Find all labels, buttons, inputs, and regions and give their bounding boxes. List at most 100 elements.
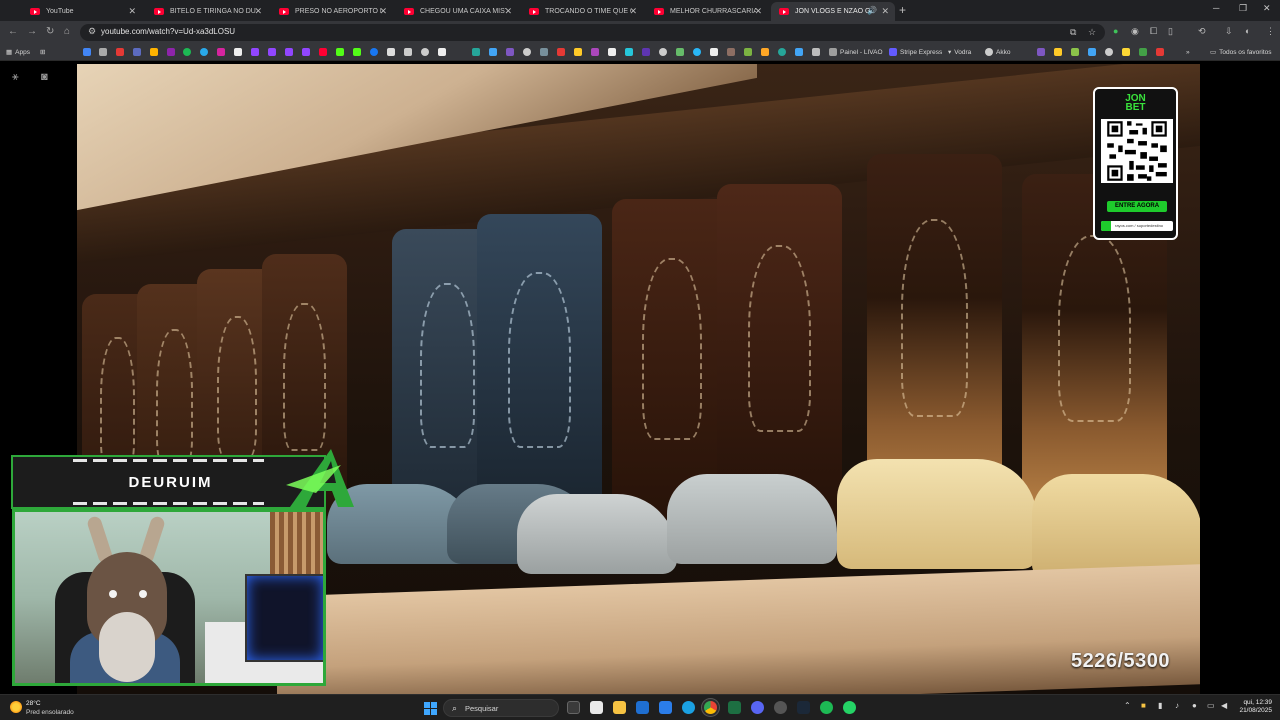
bookmark-favicon-8[interactable] bbox=[421, 47, 429, 57]
back-icon[interactable]: ← bbox=[8, 26, 18, 37]
task-view-icon[interactable] bbox=[567, 701, 580, 714]
bookmark-favicon-14[interactable] bbox=[540, 47, 548, 57]
address-bar[interactable]: ⚙ youtube.com/watch?v=Ud-xa3dLOSU ⧉ ☆ bbox=[80, 24, 1105, 41]
bookmark-favicon-10[interactable] bbox=[472, 47, 480, 57]
bookmark-favicon-37[interactable] bbox=[1139, 47, 1147, 57]
tab-video-2[interactable]: PRESO NO AEROPORTO POR C ✕ bbox=[271, 2, 393, 21]
forward-icon[interactable]: → bbox=[27, 26, 37, 37]
bookmark-telegram-icon[interactable] bbox=[200, 47, 208, 57]
tray-audio-icon[interactable]: ♪ bbox=[1175, 701, 1179, 710]
tray-app-icon[interactable]: ■ bbox=[1141, 701, 1146, 710]
bookmark-favicon-35[interactable] bbox=[1105, 47, 1113, 57]
edge-icon[interactable] bbox=[682, 701, 695, 714]
tray-overflow-icon[interactable]: ⌃ bbox=[1124, 701, 1131, 710]
tray-usb-icon[interactable]: ▮ bbox=[1158, 701, 1162, 710]
whatsapp-icon[interactable] bbox=[843, 701, 856, 714]
home-icon[interactable]: ⌂ bbox=[64, 26, 70, 37]
tray-mic-icon[interactable]: ● bbox=[1192, 701, 1197, 710]
tab-video-4[interactable]: TROCANDO O TIME QUE O EN ✕ bbox=[521, 2, 643, 21]
bookmark-favicon-5[interactable] bbox=[150, 47, 158, 57]
bookmark-favicon-13[interactable] bbox=[523, 47, 531, 57]
obs-icon[interactable] bbox=[774, 701, 787, 714]
bookmark-twitch-icon-4[interactable] bbox=[302, 47, 310, 57]
discord-icon[interactable] bbox=[751, 701, 764, 714]
close-icon[interactable]: ✕ bbox=[379, 6, 387, 17]
steam-icon[interactable] bbox=[797, 701, 810, 714]
chrome-icon[interactable] bbox=[704, 701, 717, 714]
sidepanel-icon[interactable]: ▯ bbox=[1168, 26, 1173, 37]
maximize-icon[interactable]: ❐ bbox=[1239, 3, 1247, 14]
bookmark-favicon-18[interactable] bbox=[608, 47, 616, 57]
bookmark-stripe[interactable]: Stripe Express bbox=[889, 47, 942, 57]
bookmark-favicon-32[interactable] bbox=[1054, 47, 1062, 57]
bookmark-kick-icon-2[interactable] bbox=[353, 47, 361, 57]
tab-video-active[interactable]: JON VLOGS E NZAO GASTA 🔊 ✕ bbox=[771, 2, 895, 21]
bookmark-star-icon[interactable]: ☆ bbox=[1088, 27, 1096, 38]
bookmark-favicon-30[interactable] bbox=[812, 47, 820, 57]
downloads-icon[interactable]: ⇩ bbox=[1225, 26, 1233, 37]
bookmark-favicon-2[interactable] bbox=[99, 47, 107, 57]
close-icon[interactable]: ✕ bbox=[629, 6, 637, 17]
profile-icon[interactable]: ◐ bbox=[1245, 26, 1250, 36]
bookmark-favicon-11[interactable] bbox=[489, 47, 497, 57]
bookmark-favicon-9[interactable] bbox=[438, 47, 446, 57]
bookmark-favicon-17[interactable] bbox=[591, 47, 599, 57]
windows-start-icon[interactable] bbox=[424, 702, 437, 715]
bookmark-kick-icon[interactable] bbox=[336, 47, 344, 57]
speaker-icon[interactable]: 🔊 bbox=[867, 6, 877, 15]
bookmark-painel[interactable]: Painel - LIVAO bbox=[829, 47, 883, 57]
close-icon[interactable]: ✕ bbox=[128, 6, 136, 17]
bookmark-all-favorites[interactable]: ▭ Todos os favoritos bbox=[1210, 47, 1272, 57]
url-text[interactable]: youtube.com/watch?v=Ud-xa3dLOSU bbox=[101, 27, 235, 36]
app-icon[interactable] bbox=[659, 701, 672, 714]
close-window-icon[interactable]: ✕ bbox=[1263, 3, 1271, 14]
tab-youtube[interactable]: YouTube ✕ bbox=[22, 2, 142, 21]
close-icon[interactable]: ✕ bbox=[254, 6, 262, 17]
bookmark-grid-icon[interactable]: ⊞ bbox=[40, 47, 45, 57]
close-icon[interactable]: ✕ bbox=[504, 6, 512, 17]
history-icon[interactable]: ⟲ bbox=[1198, 26, 1206, 37]
menu-icon[interactable]: ⋮ bbox=[1266, 26, 1275, 37]
close-icon[interactable]: ✕ bbox=[881, 6, 889, 17]
volume-icon[interactable]: ◀ bbox=[1221, 701, 1227, 710]
bookmark-favicon-1[interactable] bbox=[83, 47, 91, 57]
bookmarks-overflow-icon[interactable]: » bbox=[1186, 47, 1190, 57]
close-icon[interactable]: ✕ bbox=[754, 6, 762, 17]
site-info-icon[interactable]: ⚙ bbox=[88, 26, 96, 37]
bookmark-favicon-15[interactable] bbox=[557, 47, 565, 57]
bookmark-favicon-24[interactable] bbox=[710, 47, 718, 57]
extensions-puzzle-icon[interactable]: ⧠ bbox=[1150, 26, 1157, 37]
bookmark-favicon-7[interactable] bbox=[404, 47, 412, 57]
bookmark-favicon-26[interactable] bbox=[744, 47, 752, 57]
bookmark-twitch-icon[interactable] bbox=[251, 47, 259, 57]
install-icon[interactable]: ⧉ bbox=[1070, 27, 1076, 38]
bookmark-twitch-icon-2[interactable] bbox=[268, 47, 276, 57]
bookmark-favicon-16[interactable] bbox=[574, 47, 582, 57]
bookmark-favicon-38[interactable] bbox=[1156, 47, 1164, 57]
minimize-icon[interactable]: ─ bbox=[1213, 3, 1219, 13]
bookmark-favicon-6[interactable] bbox=[167, 47, 175, 57]
bookmark-youtube-icon[interactable] bbox=[319, 47, 327, 57]
bookmark-favicon-19[interactable] bbox=[625, 47, 633, 57]
bookmark-favicon-36[interactable] bbox=[1122, 47, 1130, 57]
tab-video-5[interactable]: MELHOR CHURRASCARIA RO ✕ bbox=[646, 2, 768, 21]
tab-video-1[interactable]: BITELO E TIRINGA NO DUELO I ✕ bbox=[146, 2, 268, 21]
bookmark-favicon-22[interactable] bbox=[676, 47, 684, 57]
bookmark-favicon-25[interactable] bbox=[727, 47, 735, 57]
store-icon[interactable] bbox=[590, 701, 603, 714]
bookmark-instagram-icon[interactable] bbox=[217, 47, 225, 57]
bookmark-favicon-21[interactable] bbox=[659, 47, 667, 57]
bookmark-favicon-20[interactable] bbox=[642, 47, 650, 57]
bookmark-favicon-29[interactable] bbox=[795, 47, 803, 57]
magic-wand-icon[interactable]: ⚹ bbox=[12, 71, 19, 84]
network-icon[interactable]: ▭ bbox=[1207, 701, 1215, 710]
bookmark-favicon-33[interactable] bbox=[1071, 47, 1079, 57]
bookmark-favicon-31[interactable] bbox=[1037, 47, 1045, 57]
bookmark-favicon-23[interactable] bbox=[693, 47, 701, 57]
outlook-icon[interactable] bbox=[636, 701, 649, 714]
bookmark-favicon-27[interactable] bbox=[761, 47, 769, 57]
new-tab-button[interactable]: + bbox=[899, 3, 906, 17]
bookmark-favicon-12[interactable] bbox=[506, 47, 514, 57]
bookmark-twitch-icon-3[interactable] bbox=[285, 47, 293, 57]
bookmark-x-icon[interactable] bbox=[387, 47, 395, 57]
